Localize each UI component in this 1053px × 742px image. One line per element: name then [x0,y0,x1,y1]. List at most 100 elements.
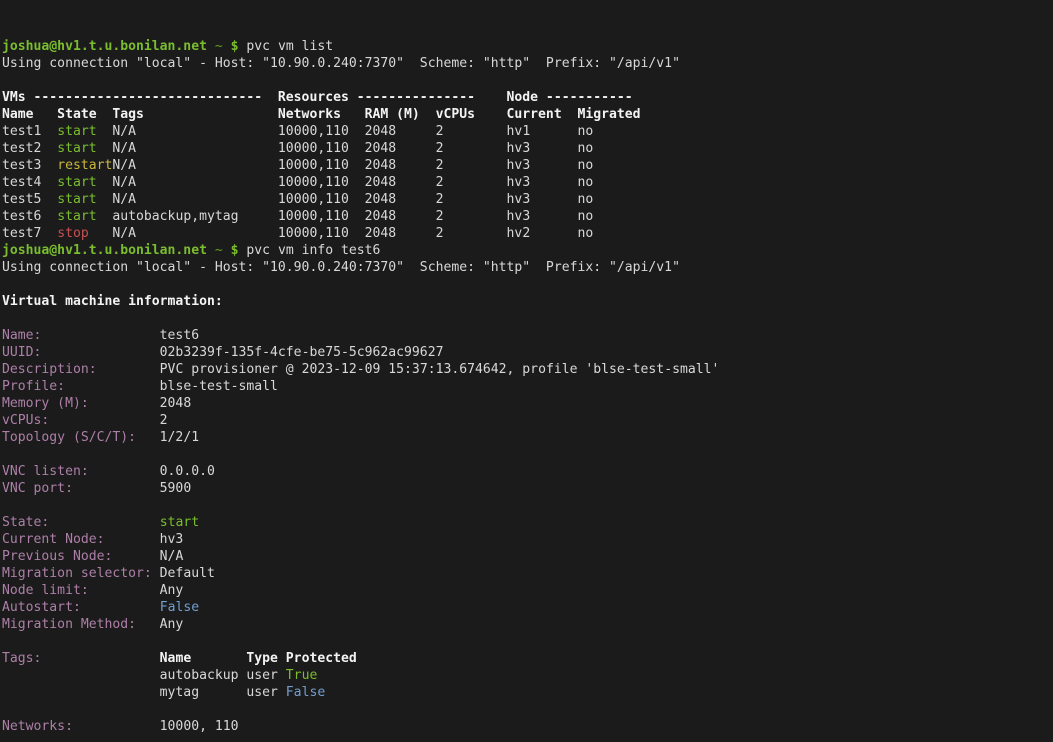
info-label: Autostart: [2,600,81,615]
blank-line [2,72,1053,89]
vm-row-test7: test7 stop N/A 10000,110 2048 2 hv2 no [2,225,1053,242]
info-label: Migration selector: [2,566,152,581]
vm-node: hv3 [507,175,578,190]
terminal-screen[interactable]: joshua@hv1.t.u.bonilan.net ~ $ pvc vm li… [0,0,1053,742]
vm-ram: 2048 [365,209,436,224]
info-row-vnc-listen: VNC listen: 0.0.0.0 [2,463,1053,480]
info-value: Any [136,617,183,632]
tag-name-type: autobackup user [2,668,286,683]
vm-migrated: no [578,209,594,224]
connection-info-line: Using connection "local" - Host: "10.90.… [2,259,1053,276]
info-row-previous-node: Previous Node: N/A [2,548,1053,565]
tag-name-type: mytag user [2,685,286,700]
info-value: hv3 [104,532,183,547]
vm-node: hv3 [507,141,578,156]
tag-protected: True [286,668,318,683]
info-row-description: Description: PVC provisioner @ 2023-12-0… [2,361,1053,378]
vm-tags: N/A [112,158,278,173]
terminal-text-segment [49,515,159,530]
info-value: 2 [49,413,167,428]
info-row-node-limit: Node limit: Any [2,582,1053,599]
blank-line [2,446,1053,463]
vm-state: start [57,192,112,207]
vm-ram: 2048 [365,226,436,241]
info-label: Profile: [2,379,65,394]
vm-table-group-header: VMs ----------------------------- Resour… [2,89,1053,106]
vm-tags: N/A [112,192,278,207]
info-value: test6 [41,328,199,343]
tags-row-autobackup: autobackup user True [2,667,1053,684]
info-label: Memory (M): [2,396,89,411]
vm-migrated: no [578,226,594,241]
prompt-user-host: joshua@hv1.t.u.bonilan.net [2,39,207,54]
info-label: Current Node: [2,532,104,547]
prompt-cwd: ~ [215,39,223,54]
vm-name: test4 [2,175,57,190]
info-label: VNC port: [2,481,73,496]
info-row-networks: Networks: 10000, 110 [2,718,1053,735]
vm-migrated: no [578,158,594,173]
prompt-cwd: ~ [215,243,223,258]
vm-migrated: no [578,192,594,207]
vm-name: test2 [2,141,57,156]
vm-ram: 2048 [365,192,436,207]
vm-node: hv1 [507,124,578,139]
vm-state: start [57,141,112,156]
vm-vcpus: 2 [436,192,507,207]
vm-name: test5 [2,192,57,207]
table-group-header: VMs ----------------------------- Resour… [2,90,633,105]
vm-tags: N/A [112,226,278,241]
vm-state: start [57,124,112,139]
info-value: 10000, 110 [73,719,239,734]
vm-networks: 10000,110 [278,158,365,173]
blank-line [2,633,1053,650]
info-label: State: [2,515,49,530]
info-value: 02b3239f-135f-4cfe-be75-5c962ac99627 [41,345,443,360]
vm-networks: 10000,110 [278,192,365,207]
terminal-text-segment [81,600,160,615]
info-label: UUID: [2,345,41,360]
info-value: 5900 [73,481,191,496]
info-value: Default [152,566,215,581]
prompt-symbol: $ [231,39,239,54]
vm-migrated: no [578,124,594,139]
vm-table-column-header: Name State Tags Networks RAM (M) vCPUs C… [2,106,1053,123]
command-vm-list: pvc vm list [239,39,334,54]
vm-ram: 2048 [365,124,436,139]
info-label: Node limit: [2,583,89,598]
vm-node: hv2 [507,226,578,241]
info-row-topology: Topology (S/C/T): 1/2/1 [2,429,1053,446]
info-row-current-node: Current Node: hv3 [2,531,1053,548]
vm-node: hv3 [507,192,578,207]
info-value: Any [89,583,184,598]
vm-ram: 2048 [365,175,436,190]
info-row-name: Name: test6 [2,327,1053,344]
table-column-header: Name State Tags Networks RAM (M) vCPUs C… [2,107,641,122]
vm-migrated: no [578,175,594,190]
terminal-text-segment [41,651,159,666]
vm-tags: N/A [112,124,278,139]
vm-tags: N/A [112,175,278,190]
vm-migrated: no [578,141,594,156]
vm-ram: 2048 [365,141,436,156]
info-label: Previous Node: [2,549,112,564]
info-row-vnc-port: VNC port: 5900 [2,480,1053,497]
info-label: Description: [2,362,97,377]
connection-info-line: Using connection "local" - Host: "10.90.… [2,55,1053,72]
tag-protected: False [286,685,325,700]
terminal-text-segment [223,39,231,54]
blank-line [2,701,1053,718]
info-value-autostart: False [160,600,199,615]
info-row-state: State: start [2,514,1053,531]
info-label: vCPUs: [2,413,49,428]
info-label: Topology (S/C/T): [2,430,136,445]
vm-networks: 10000,110 [278,226,365,241]
info-label: Name: [2,328,41,343]
vm-ram: 2048 [365,158,436,173]
terminal-text-segment [223,243,231,258]
vm-vcpus: 2 [436,209,507,224]
vm-vcpus: 2 [436,226,507,241]
vm-row-test6: test6 start autobackup,mytag 10000,110 2… [2,208,1053,225]
prompt-symbol: $ [231,243,239,258]
vm-networks: 10000,110 [278,141,365,156]
